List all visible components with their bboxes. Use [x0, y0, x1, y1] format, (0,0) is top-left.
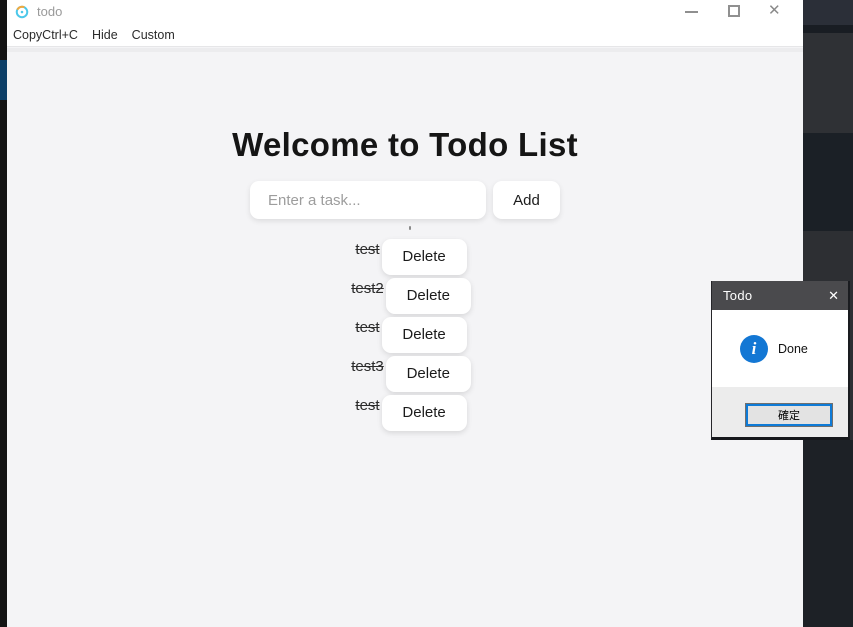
task-row: test Delete — [355, 393, 467, 432]
delete-task-button[interactable]: Delete — [385, 277, 471, 314]
stray-mark — [409, 226, 411, 230]
delete-task-button[interactable]: Delete — [381, 394, 467, 431]
task-entry-row: Add — [7, 181, 803, 219]
background-band — [803, 33, 853, 133]
message-dialog: Todo ✕ i Done 確定 — [711, 281, 850, 440]
task-row: test Delete — [355, 237, 467, 276]
background-band — [803, 25, 853, 33]
task-label[interactable]: test2 — [351, 280, 384, 297]
title-bar: todo ✕ — [7, 0, 803, 24]
background-window-left-edge — [0, 0, 7, 627]
task-label[interactable]: test — [355, 397, 379, 414]
task-row: test2 Delete — [351, 276, 471, 315]
dialog-title-bar: Todo ✕ — [712, 281, 848, 310]
menu-item-custom[interactable]: Custom — [125, 26, 182, 44]
task-label[interactable]: test — [355, 319, 379, 336]
close-icon[interactable]: ✕ — [768, 2, 781, 20]
dialog-body: i Done — [712, 310, 848, 387]
dialog-title: Todo — [723, 288, 753, 303]
add-task-button[interactable]: Add — [493, 181, 560, 219]
maximize-icon[interactable] — [728, 5, 740, 17]
info-icon: i — [740, 334, 768, 363]
main-content: Welcome to Todo List Add test Delete tes… — [7, 48, 803, 627]
left-edge-blue-segment — [0, 60, 7, 100]
menu-item-copy[interactable]: CopyCtrl+C — [10, 26, 85, 44]
menu-item-hide[interactable]: Hide — [85, 26, 125, 44]
delete-task-button[interactable]: Delete — [381, 316, 467, 353]
background-band — [803, 133, 853, 231]
task-row: test3 Delete — [351, 354, 471, 393]
task-label[interactable]: test — [355, 241, 379, 258]
page-title: Welcome to Todo List — [232, 126, 578, 163]
minimize-icon[interactable] — [685, 11, 698, 13]
task-input[interactable] — [250, 181, 486, 219]
dialog-close-icon[interactable]: ✕ — [828, 288, 839, 304]
task-label[interactable]: test3 — [351, 358, 384, 375]
dialog-footer: 確定 — [712, 387, 848, 437]
todo-app-window: todo ✕ CopyCtrl+C Hide Custom Welcome to… — [7, 0, 803, 627]
menu-bar: CopyCtrl+C Hide Custom — [7, 24, 803, 47]
task-list: test Delete test2 Delete test Delete tes… — [19, 237, 803, 432]
dialog-message: Done — [778, 341, 808, 356]
window-title: todo — [37, 4, 63, 19]
delete-task-button[interactable]: Delete — [381, 238, 467, 275]
delete-task-button[interactable]: Delete — [385, 355, 471, 392]
background-band — [803, 0, 853, 25]
electron-logo-icon — [15, 5, 29, 19]
ok-button[interactable]: 確定 — [745, 403, 833, 427]
task-row: test Delete — [355, 315, 467, 354]
background-band — [803, 231, 853, 281]
background-band — [803, 440, 853, 627]
